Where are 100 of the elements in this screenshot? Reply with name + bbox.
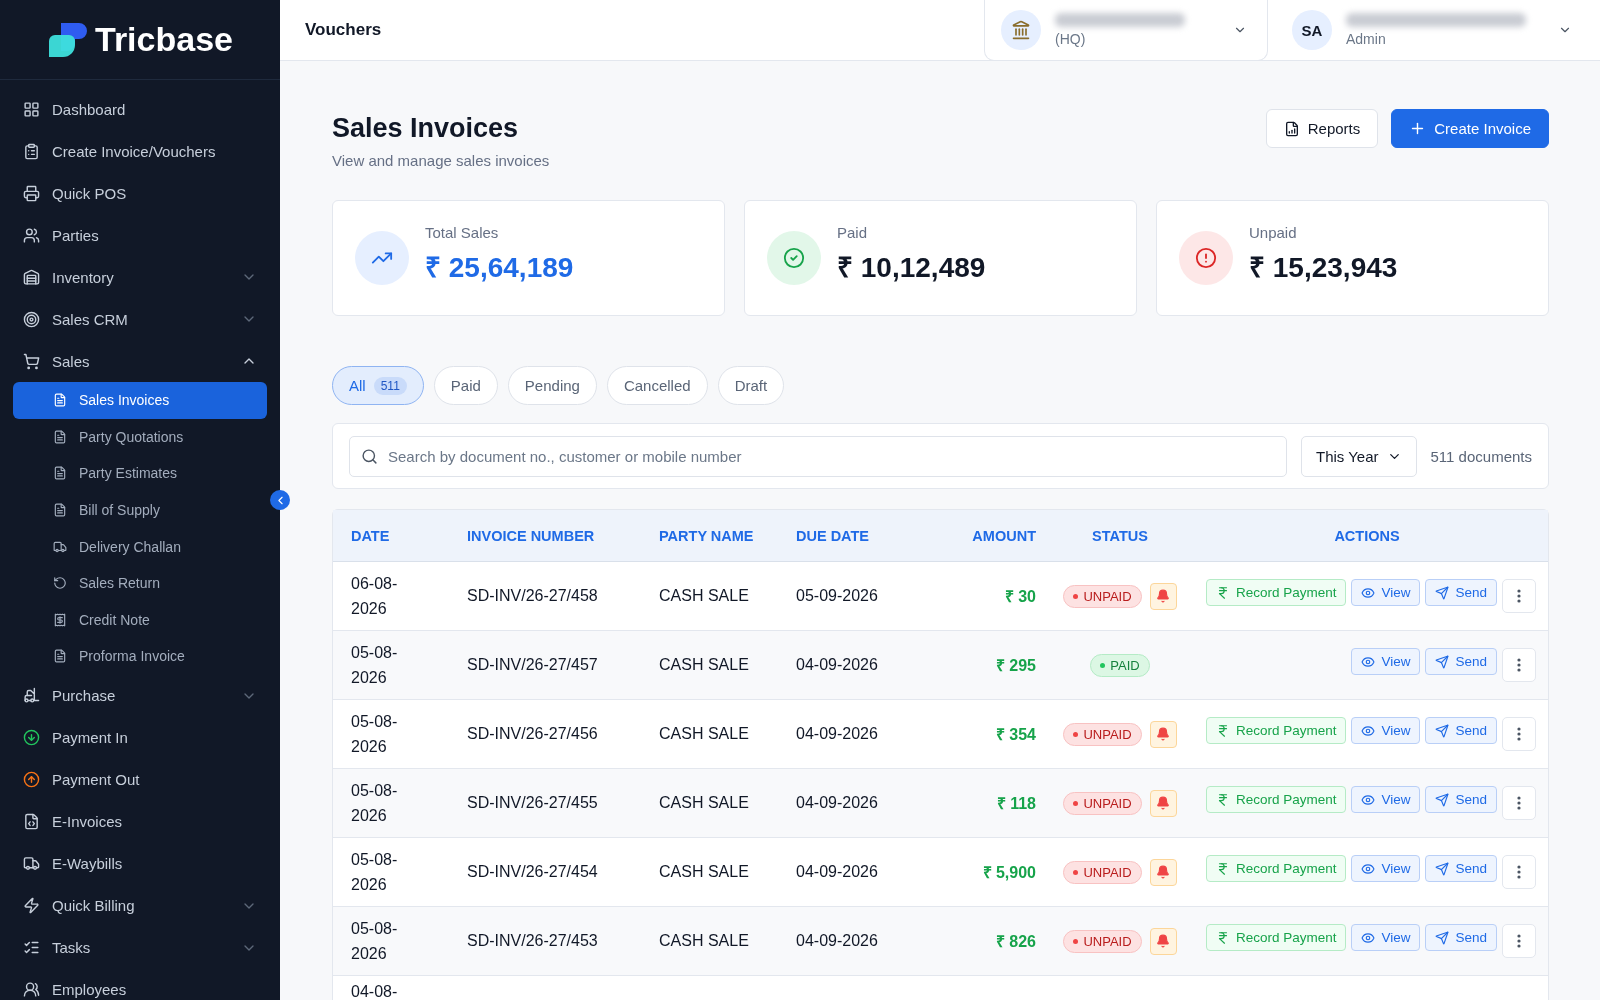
- sidebar-item-icon: [23, 268, 40, 286]
- bell-icon: [1156, 589, 1171, 603]
- stat-icon: [1195, 247, 1217, 269]
- sidebar-subitem[interactable]: Sales Return: [13, 564, 267, 602]
- bank-icon: [1011, 19, 1031, 40]
- sidebar-subitem[interactable]: Party Quotations: [13, 418, 267, 456]
- branch-selector[interactable]: (HQ): [984, 0, 1268, 61]
- sidebar-item[interactable]: Quick POS: [13, 172, 267, 214]
- sidebar-subitem[interactable]: Bill of Supply: [13, 491, 267, 529]
- sidebar-item[interactable]: Purchase: [13, 674, 267, 717]
- view-button[interactable]: View: [1351, 924, 1421, 951]
- sidebar-item[interactable]: Sales: [13, 340, 267, 382]
- send-icon: [1435, 654, 1450, 669]
- sidebar-item[interactable]: Quick Billing: [13, 884, 267, 927]
- stat-value: ₹ 25,64,189: [425, 250, 574, 285]
- status-badge: UNPAID: [1063, 929, 1142, 953]
- invoice-number: SD-INV/26-27/456: [467, 725, 599, 743]
- view-button[interactable]: View: [1351, 786, 1421, 813]
- date-cell-text: 05-08-2026: [351, 643, 399, 688]
- filter-tab[interactable]: Paid: [433, 366, 498, 405]
- reminder-button[interactable]: [1149, 858, 1177, 886]
- sidebar-item-icon: [23, 352, 40, 370]
- reminder-button[interactable]: [1149, 927, 1177, 955]
- column-header: PARTY NAME: [659, 527, 755, 544]
- sidebar-subitem[interactable]: Delivery Challan: [13, 528, 267, 565]
- send-button[interactable]: Send: [1425, 924, 1497, 951]
- more-button[interactable]: [1502, 786, 1536, 820]
- sidebar-subitem[interactable]: Proforma Invoice: [13, 638, 267, 675]
- sidebar-item[interactable]: Tasks: [13, 926, 267, 969]
- eye-icon: [1361, 723, 1376, 738]
- send-button[interactable]: Send: [1425, 786, 1497, 813]
- sidebar-item[interactable]: E-Waybills: [13, 842, 267, 885]
- party-name: CASH SALE: [659, 794, 750, 812]
- reminder-button[interactable]: [1149, 720, 1177, 748]
- more-button[interactable]: [1502, 924, 1536, 958]
- column-header: INVOICE NUMBER: [467, 527, 596, 544]
- sidebar-item[interactable]: E-Invoices: [13, 800, 267, 843]
- user-role: Admin: [1346, 31, 1387, 47]
- stat-value: ₹ 10,12,489: [837, 250, 986, 285]
- collapse-sidebar-button[interactable]: [270, 490, 290, 510]
- column-header: DATE: [351, 527, 391, 544]
- more-icon: [1517, 727, 1521, 741]
- page-subtitle: View and manage sales invoices: [332, 152, 550, 169]
- sidebar-item[interactable]: Create Invoice/Vouchers: [13, 130, 267, 172]
- view-button[interactable]: View: [1351, 717, 1421, 744]
- sidebar-item-icon: [23, 184, 40, 202]
- invoice-number: SD-INV/26-27/455: [467, 794, 599, 812]
- filter-tab[interactable]: Pending: [507, 366, 597, 405]
- sidebar-item[interactable]: Payment Out: [13, 758, 267, 801]
- amount-cell-text: ₹ 30: [1003, 587, 1036, 607]
- logo-icon: [47, 20, 87, 59]
- send-button[interactable]: Send: [1425, 717, 1497, 744]
- date-cell-text: 05-08-2026: [351, 850, 399, 895]
- column-header: DUE DATE: [796, 527, 871, 544]
- amount-cell-text: ₹ 295: [994, 656, 1036, 676]
- status-badge: UNPAID: [1063, 791, 1142, 815]
- sidebar-item-icon: [23, 981, 40, 999]
- date-cell-text: 04-08-: [351, 982, 399, 1000]
- sidebar-item[interactable]: Employees: [13, 968, 267, 1000]
- view-button[interactable]: View: [1351, 648, 1421, 675]
- party-name: CASH SALE: [659, 932, 750, 950]
- reports-button[interactable]: Reports: [1265, 109, 1379, 148]
- reminder-button[interactable]: [1149, 582, 1177, 610]
- sidebar-subitem[interactable]: Party Estimates: [13, 455, 267, 492]
- view-button[interactable]: View: [1351, 579, 1421, 606]
- sidebar-subitem[interactable]: Credit Note: [13, 601, 267, 639]
- more-button[interactable]: [1502, 579, 1536, 613]
- user-menu[interactable]: SA Admin: [1292, 10, 1576, 50]
- period-dropdown[interactable]: This Year: [1301, 435, 1417, 477]
- filter-tab[interactable]: All 511: [332, 366, 424, 405]
- send-button[interactable]: Send: [1425, 579, 1497, 606]
- party-name: CASH SALE: [659, 725, 750, 743]
- create-button[interactable]: Create Invoice: [1391, 109, 1549, 148]
- send-icon: [1435, 585, 1450, 600]
- filter-tab[interactable]: Draft: [717, 366, 785, 405]
- stat-label: Paid: [837, 223, 869, 241]
- header-title: Vouchers: [305, 20, 383, 40]
- stat-value: ₹ 15,23,943: [1249, 250, 1398, 285]
- sidebar-item[interactable]: Inventory: [13, 256, 267, 298]
- sidebar-item[interactable]: Parties: [13, 214, 267, 256]
- more-button[interactable]: [1502, 855, 1536, 889]
- filter-tab[interactable]: Cancelled: [606, 366, 708, 405]
- reminder-button[interactable]: [1149, 789, 1177, 817]
- sidebar-subitem[interactable]: Sales Invoices: [13, 382, 267, 419]
- more-button[interactable]: [1502, 648, 1536, 682]
- more-button[interactable]: [1502, 717, 1536, 751]
- more-icon: [1517, 589, 1521, 603]
- sidebar-item-icon: [23, 100, 40, 118]
- send-icon: [1435, 792, 1450, 807]
- send-button[interactable]: Send: [1425, 855, 1497, 882]
- bell-icon: [1156, 727, 1171, 741]
- sidebar-item[interactable]: Sales CRM: [13, 298, 267, 340]
- sidebar-item-icon: [23, 897, 40, 915]
- send-icon: [1435, 861, 1450, 876]
- sidebar-item[interactable]: Payment In: [13, 716, 267, 759]
- invoice-number: SD-INV/26-27/454: [467, 863, 599, 881]
- view-button[interactable]: View: [1351, 855, 1421, 882]
- search-field[interactable]: Search by document no., customer or mobile number: [349, 435, 1287, 477]
- sidebar-item[interactable]: Dashboard: [13, 88, 267, 130]
- send-button[interactable]: Send: [1425, 648, 1497, 675]
